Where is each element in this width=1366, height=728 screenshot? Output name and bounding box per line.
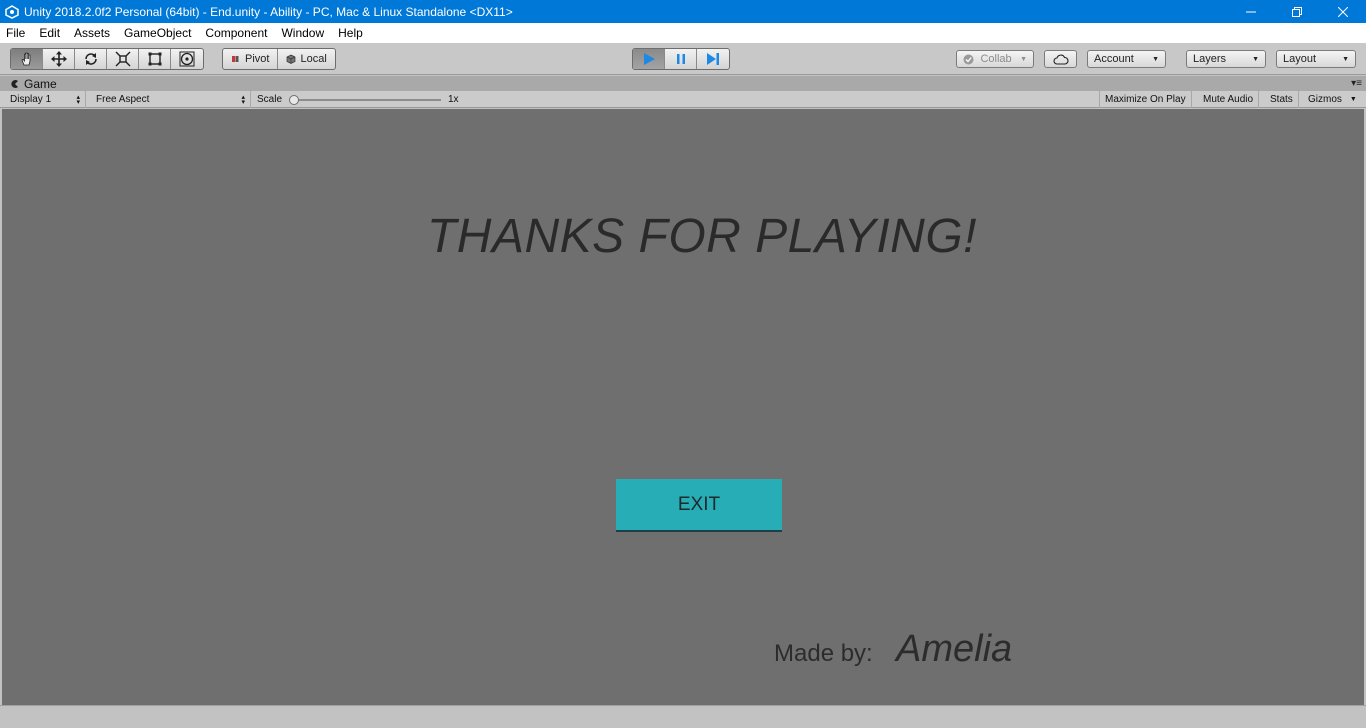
stats-toggle[interactable]: Stats bbox=[1265, 91, 1299, 108]
author-name: Amelia bbox=[896, 628, 1013, 670]
exit-button[interactable]: EXIT bbox=[616, 479, 782, 532]
scale-value: 1x bbox=[448, 94, 459, 105]
aspect-label: Free Aspect bbox=[96, 94, 150, 105]
made-by-label: Made by: bbox=[774, 640, 873, 667]
game-view: THANKS FOR PLAYING! EXIT Made by: Amelia bbox=[2, 109, 1364, 705]
account-dropdown-icon: ▼ bbox=[1152, 55, 1159, 63]
aspect-dropdown[interactable]: Free Aspect ▴ ▾ bbox=[91, 91, 251, 108]
transform-tool-icon[interactable] bbox=[171, 49, 203, 69]
local-label: Local bbox=[300, 53, 327, 65]
aspect-dropdown-icon: ▴ ▾ bbox=[241, 93, 245, 106]
window-title: Unity 2018.2.0f2 Personal (64bit) - End.… bbox=[24, 4, 513, 19]
play-button[interactable] bbox=[633, 49, 665, 69]
hand-tool-icon[interactable] bbox=[11, 49, 43, 69]
pivot-group: Pivot Local bbox=[222, 48, 336, 70]
menu-edit[interactable]: Edit bbox=[32, 23, 67, 43]
gizmos-dropdown-icon: ▼ bbox=[1349, 96, 1357, 103]
maximize-on-play-toggle[interactable]: Maximize On Play bbox=[1099, 91, 1192, 108]
gizmos-label: Gizmos bbox=[1308, 94, 1342, 105]
restore-icon[interactable] bbox=[1274, 0, 1320, 23]
account-label: Account bbox=[1094, 53, 1134, 65]
pause-icon bbox=[676, 54, 685, 64]
menu-bar: File Edit Assets GameObject Component Wi… bbox=[0, 23, 1366, 43]
menu-component[interactable]: Component bbox=[198, 23, 274, 43]
menu-file[interactable]: File bbox=[0, 23, 32, 43]
pause-button[interactable] bbox=[665, 49, 697, 69]
menu-gameobject[interactable]: GameObject bbox=[117, 23, 198, 43]
main-toolbar: Pivot Local Collab ▼ Account ▼ Layers ▼ … bbox=[0, 43, 1366, 75]
cube-icon bbox=[287, 54, 296, 64]
window-titlebar: Unity 2018.2.0f2 Personal (64bit) - End.… bbox=[0, 0, 1366, 23]
gizmos-dropdown[interactable]: Gizmos ▼ bbox=[1303, 91, 1362, 108]
scale-tool-icon[interactable] bbox=[107, 49, 139, 69]
play-icon bbox=[643, 53, 655, 65]
tab-game-label: Game bbox=[24, 76, 57, 91]
scale-slider-track[interactable] bbox=[293, 99, 441, 101]
scale-slider-thumb[interactable] bbox=[289, 95, 299, 105]
display-dropdown[interactable]: Display 1 ▴ ▾ bbox=[5, 91, 86, 108]
scale-label: Scale bbox=[257, 94, 283, 105]
stats-label: Stats bbox=[1270, 94, 1293, 105]
minimize-icon[interactable] bbox=[1228, 0, 1274, 23]
display-dropdown-icon: ▴ ▾ bbox=[76, 93, 80, 106]
collab-button[interactable]: Collab ▼ bbox=[956, 50, 1034, 68]
step-button[interactable] bbox=[697, 49, 729, 69]
status-bar bbox=[0, 705, 1366, 728]
layers-dropdown-icon: ▼ bbox=[1252, 55, 1259, 63]
check-circle-icon bbox=[963, 54, 974, 64]
move-tool-icon[interactable] bbox=[43, 49, 75, 69]
mute-label: Mute Audio bbox=[1203, 94, 1254, 105]
game-view-toolbar: Display 1 ▴ ▾ Free Aspect ▴ ▾ Scale 1x Max… bbox=[0, 91, 1366, 108]
display-label: Display 1 bbox=[10, 94, 52, 105]
step-icon bbox=[707, 53, 719, 65]
cloud-button[interactable] bbox=[1044, 50, 1077, 68]
pivot-label: Pivot bbox=[245, 53, 270, 65]
game-end-title: THANKS FOR PLAYING! bbox=[426, 210, 978, 263]
layout-dropdown[interactable]: Layout ▼ bbox=[1276, 50, 1356, 68]
tab-game[interactable]: Game bbox=[0, 77, 57, 91]
local-button[interactable]: Local bbox=[278, 49, 334, 69]
collab-label: Collab bbox=[980, 53, 1012, 65]
layout-label: Layout bbox=[1283, 53, 1317, 65]
collab-dropdown-icon: ▼ bbox=[1020, 55, 1027, 63]
menu-help[interactable]: Help bbox=[331, 23, 370, 43]
maximize-label: Maximize On Play bbox=[1105, 94, 1186, 105]
layers-dropdown[interactable]: Layers ▼ bbox=[1186, 50, 1266, 68]
game-controller-icon bbox=[11, 79, 18, 88]
scale-value-wrap: 1x bbox=[443, 91, 464, 108]
rotate-tool-icon[interactable] bbox=[75, 49, 107, 69]
pivot-button[interactable]: Pivot bbox=[223, 49, 279, 69]
tab-context-menu-icon[interactable]: ▾≡ bbox=[1351, 78, 1362, 89]
account-dropdown[interactable]: Account ▼ bbox=[1087, 50, 1166, 68]
mute-audio-toggle[interactable]: Mute Audio bbox=[1198, 91, 1260, 108]
layout-dropdown-icon: ▼ bbox=[1342, 55, 1349, 63]
layers-label: Layers bbox=[1193, 53, 1227, 65]
pivot-icon bbox=[232, 56, 239, 62]
menu-assets[interactable]: Assets bbox=[67, 23, 117, 43]
menu-window[interactable]: Window bbox=[274, 23, 331, 43]
playback-controls bbox=[632, 48, 730, 70]
game-tab-header: Game ▾≡ bbox=[0, 76, 1366, 91]
unity-logo-icon bbox=[4, 4, 20, 20]
transform-tools bbox=[10, 48, 204, 70]
close-icon[interactable] bbox=[1320, 0, 1366, 23]
cloud-icon bbox=[1053, 54, 1069, 65]
rect-tool-icon[interactable] bbox=[139, 49, 171, 69]
scale-label-wrap: Scale bbox=[252, 91, 287, 108]
